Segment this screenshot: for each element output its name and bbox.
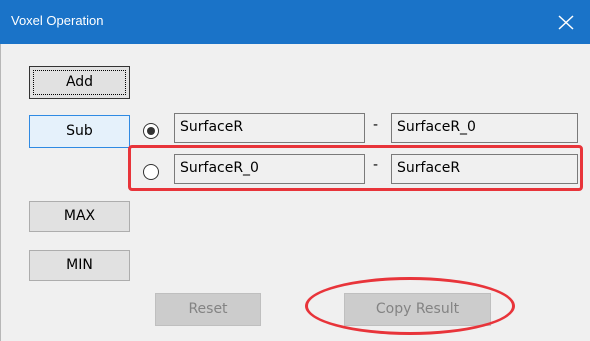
max-button[interactable]: MAX (29, 201, 130, 232)
operation-1-right-field[interactable]: SurfaceR_0 (391, 113, 578, 143)
max-button-label: MAX (63, 208, 96, 224)
add-button[interactable]: Add (29, 66, 130, 99)
title-bar: Voxel Operation (0, 0, 590, 44)
operation-1-left-field[interactable]: SurfaceR (174, 113, 365, 143)
radio-selected-dot (147, 127, 155, 135)
sub-button[interactable]: Sub (29, 115, 130, 148)
operation-2-radio[interactable] (143, 164, 159, 180)
operation-1-radio[interactable] (143, 123, 159, 139)
focus-rectangle (33, 70, 126, 95)
operation-2-operator: - (373, 157, 379, 173)
operation-2-left-field[interactable]: SurfaceR_0 (174, 154, 365, 184)
window-border (0, 44, 1, 341)
operation-1-operator: - (373, 117, 379, 133)
copy-result-button-label: Copy Result (375, 301, 460, 317)
operation-2-right-field[interactable]: SurfaceR (391, 154, 578, 184)
min-button-label: MIN (66, 257, 93, 273)
min-button[interactable]: MIN (29, 250, 130, 281)
reset-button[interactable]: Reset (155, 293, 261, 326)
sub-button-label: Sub (66, 123, 93, 139)
close-button[interactable] (544, 0, 590, 44)
close-icon (558, 15, 574, 30)
window-title: Voxel Operation (11, 13, 104, 28)
copy-result-button[interactable]: Copy Result (344, 293, 491, 326)
reset-button-label: Reset (188, 301, 228, 317)
